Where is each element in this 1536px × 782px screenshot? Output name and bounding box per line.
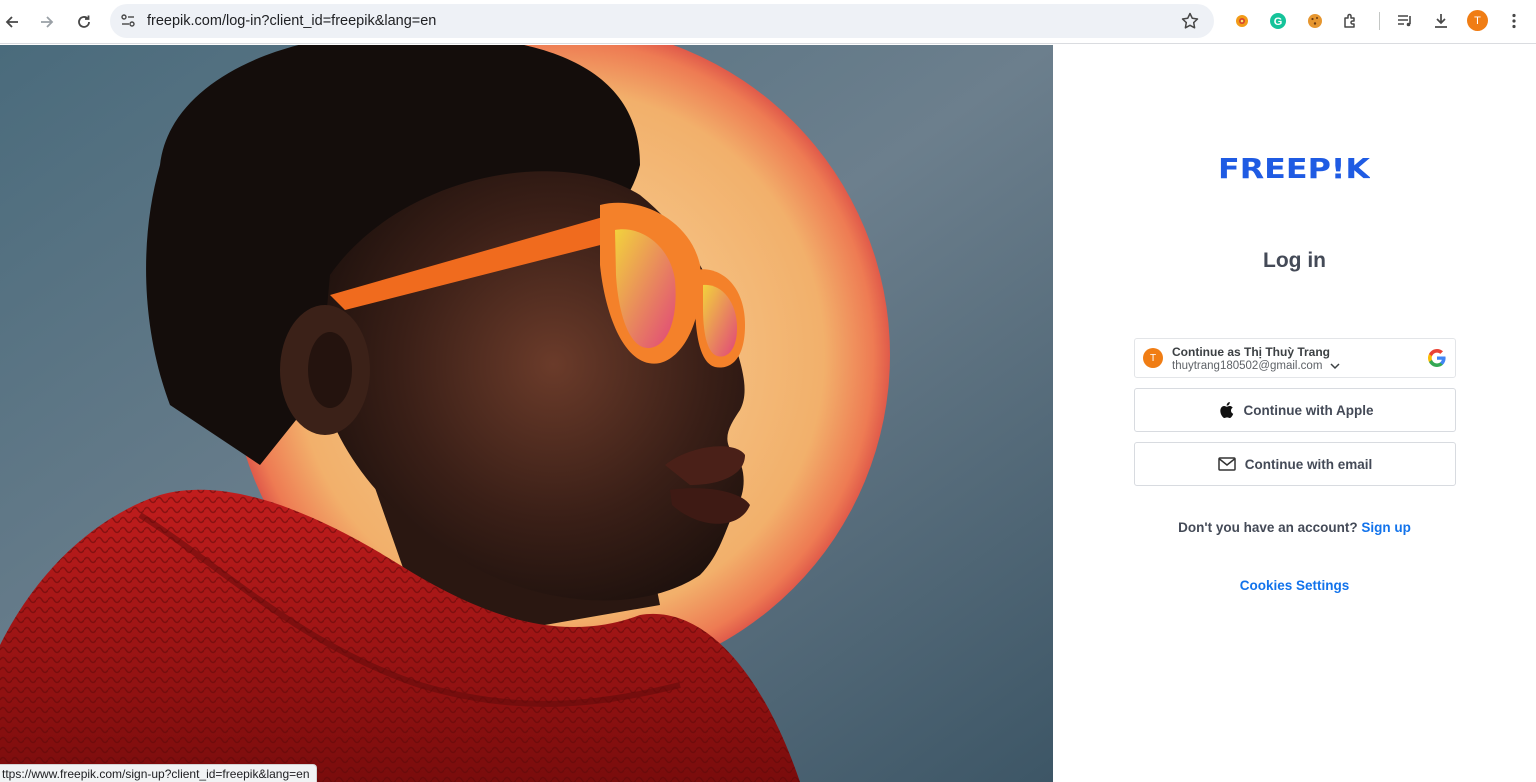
page-title: Log in (1263, 249, 1326, 272)
continue-with-apple-label: Continue with Apple (1243, 402, 1374, 418)
kebab-menu-icon[interactable] (1503, 10, 1525, 32)
svg-text:FREEP!K: FREEP!K (1218, 152, 1370, 183)
continue-with-email-button[interactable]: Continue with email (1134, 442, 1456, 486)
signup-prompt-text: Don't you have an account? (1178, 520, 1358, 535)
login-panel: FREEP!K Log in T Continue as Thị Thuỳ Tr… (1053, 45, 1536, 782)
site-info-icon[interactable] (119, 12, 137, 30)
continue-with-email-label: Continue with email (1244, 456, 1373, 472)
bookmark-star-icon[interactable] (1180, 11, 1200, 31)
download-icon[interactable] (1430, 10, 1452, 32)
hero-image (0, 45, 1053, 782)
toolbar-separator (1379, 12, 1380, 30)
signup-prompt-line: Don't you have an account? Sign up (1053, 520, 1536, 535)
cookie-icon[interactable] (1304, 10, 1326, 32)
reload-icon[interactable] (70, 8, 98, 36)
extension-gear-icon[interactable] (1231, 10, 1253, 32)
grammarly-icon[interactable]: G (1267, 10, 1289, 32)
extensions-puzzle-icon[interactable] (1340, 10, 1362, 32)
link-status-bubble: ttps://www.freepik.com/sign-up?client_id… (0, 764, 317, 782)
google-account-email: thuytrang180502@gmail.com (1172, 360, 1323, 372)
mail-icon (1217, 455, 1236, 473)
continue-with-apple-button[interactable]: Continue with Apple (1134, 388, 1456, 432)
media-queue-icon[interactable] (1394, 10, 1416, 32)
url-text: freepik.com/log-in?client_id=freepik&lan… (147, 13, 437, 29)
svg-text:G: G (1274, 16, 1283, 28)
google-one-tap-button[interactable]: T Continue as Thị Thuỳ Trang thuytrang18… (1134, 338, 1456, 378)
profile-avatar[interactable]: T (1467, 10, 1488, 31)
back-icon[interactable] (0, 8, 26, 36)
google-continue-as-label: Continue as Thị Thuỳ Trang (1172, 345, 1331, 359)
address-bar[interactable]: freepik.com/log-in?client_id=freepik&lan… (110, 4, 1214, 38)
forward-icon[interactable] (33, 8, 61, 36)
browser-toolbar: freepik.com/log-in?client_id=freepik&lan… (0, 0, 1536, 44)
google-logo-icon (1428, 349, 1446, 367)
apple-icon (1217, 401, 1235, 419)
google-account-avatar: T (1143, 348, 1163, 368)
freepik-logo[interactable]: FREEP!K (1218, 151, 1370, 183)
cookies-settings-link[interactable]: Cookies Settings (1053, 578, 1536, 593)
chevron-down-icon[interactable] (1330, 362, 1340, 370)
signup-link[interactable]: Sign up (1361, 520, 1411, 535)
